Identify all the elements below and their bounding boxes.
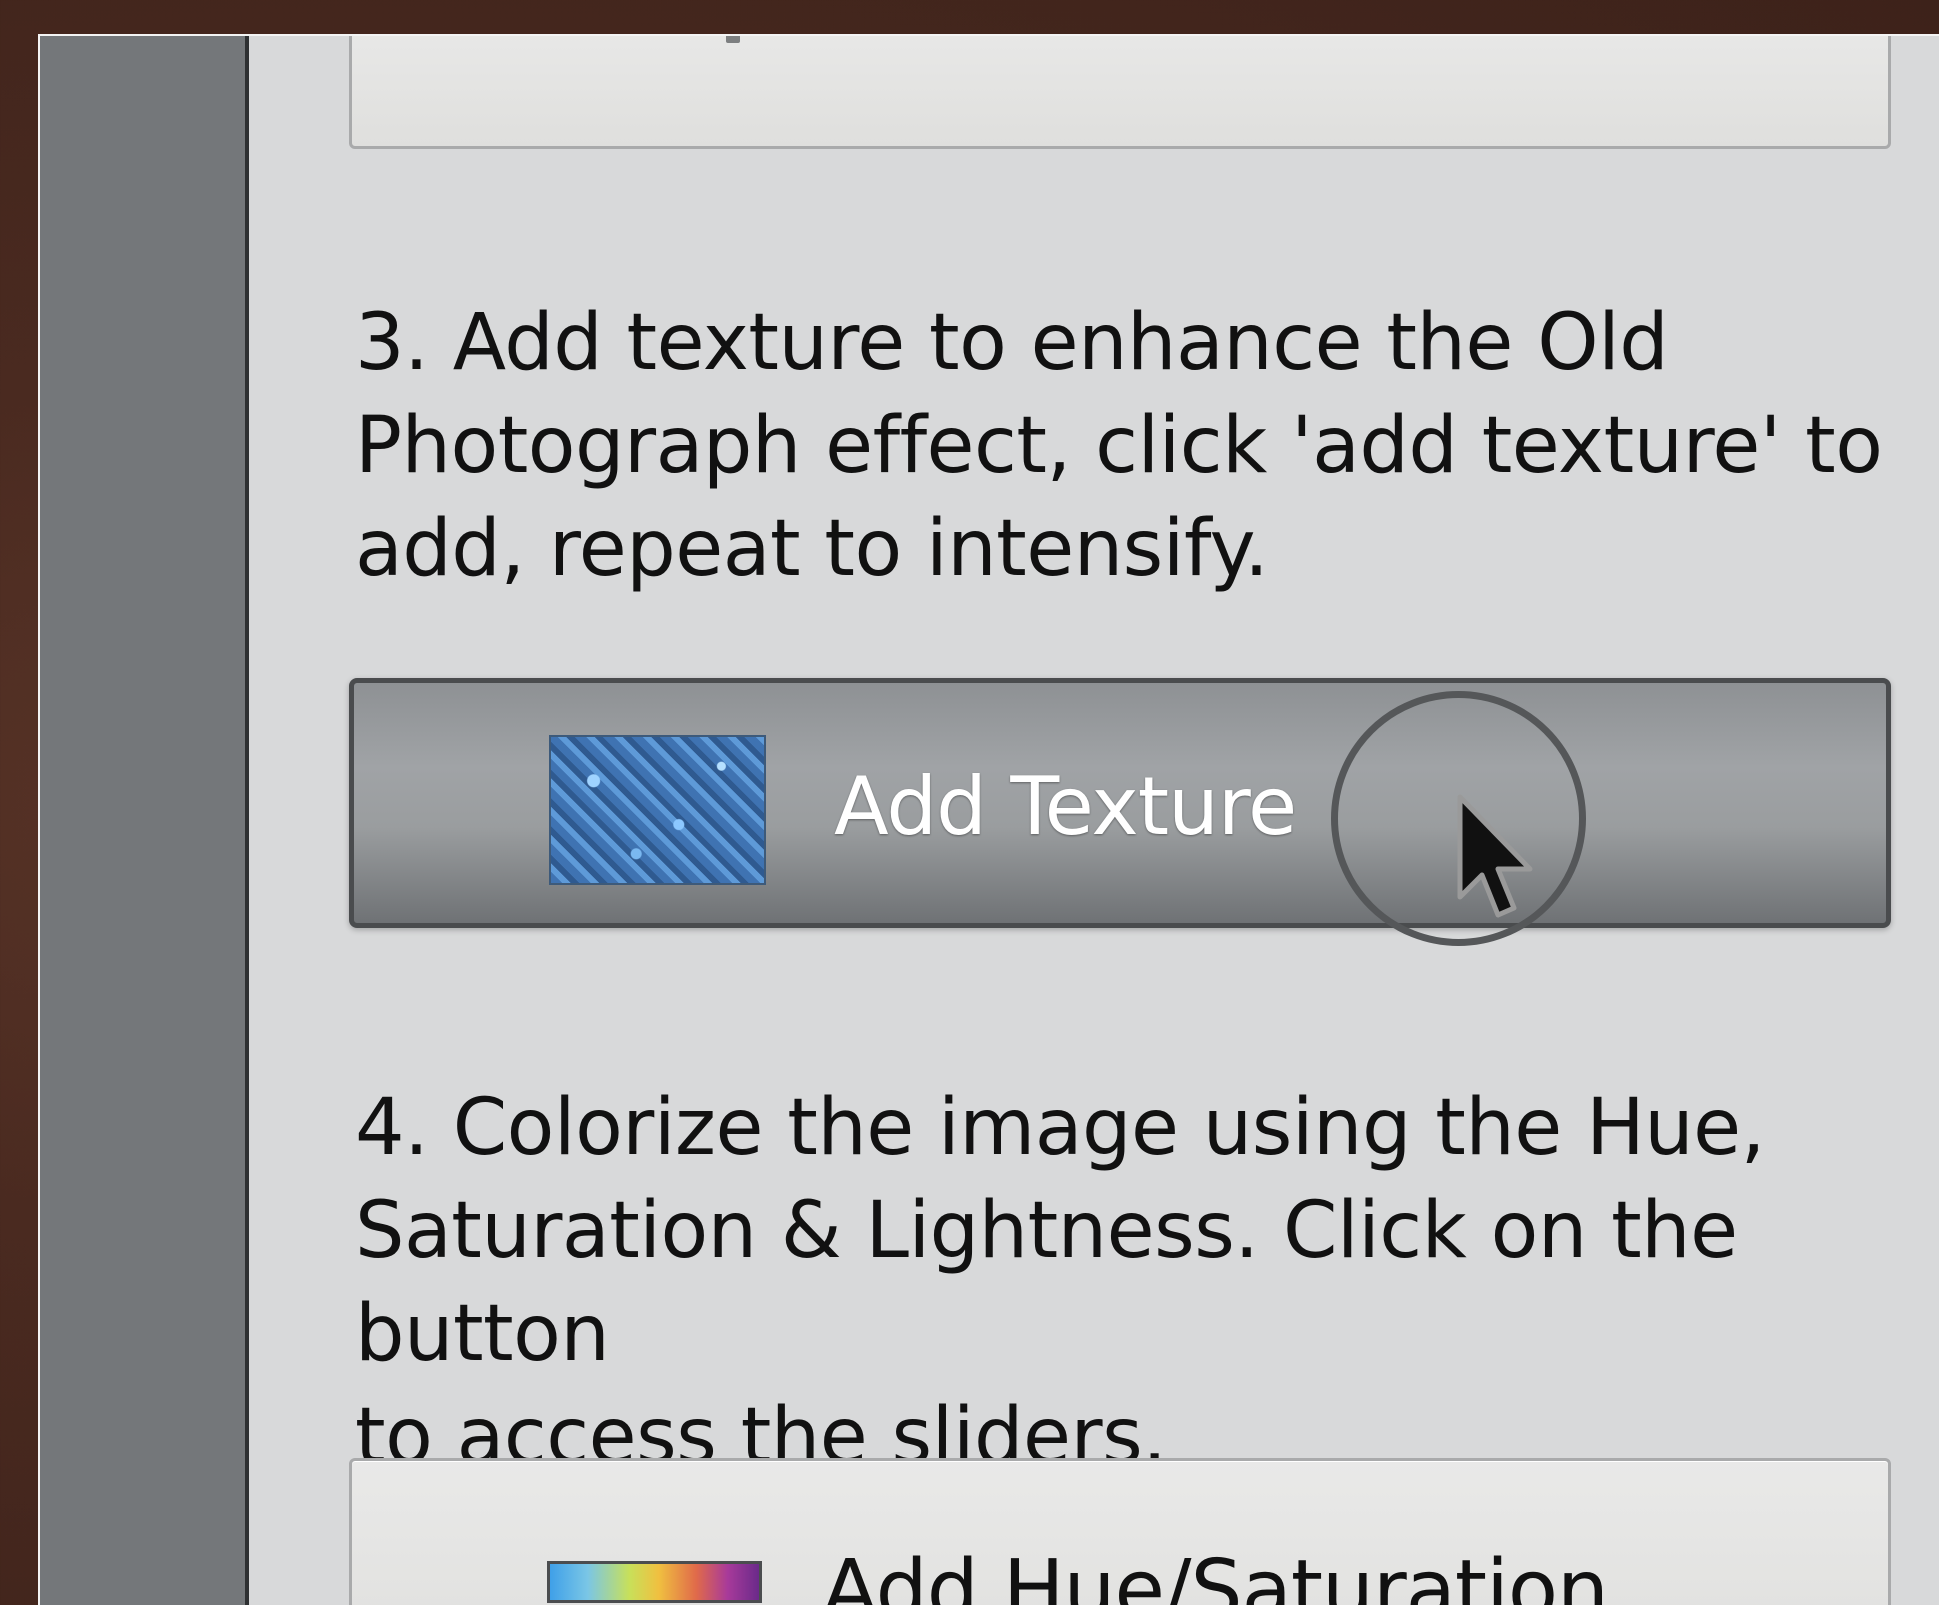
- step-4-line-2: Saturation & Lightness. Click on the but…: [355, 1186, 1738, 1379]
- left-sidebar: [40, 36, 249, 1605]
- add-texture-button[interactable]: Add Texture: [349, 678, 1891, 946]
- step-4-instructions: 4. Colorize the image using the Hue, Sat…: [355, 1077, 1925, 1489]
- hue-gradient-icon: [547, 1561, 762, 1603]
- slider-tick-icon: [726, 36, 740, 43]
- add-texture-label: Add Texture: [834, 760, 1297, 853]
- add-hue-saturation-label: Add Hue/Saturation: [822, 1543, 1609, 1605]
- step-4-line-1: 4. Colorize the image using the Hue,: [355, 1083, 1765, 1173]
- add-hue-saturation-button[interactable]: Add Hue/Saturation: [349, 1458, 1891, 1605]
- app-window: 3. Add texture to enhance the Old Photog…: [38, 34, 1939, 1605]
- step-3-line-1: 3. Add texture to enhance the Old: [355, 298, 1669, 388]
- step-3-instructions: 3. Add texture to enhance the Old Photog…: [355, 292, 1925, 601]
- mouse-pointer-icon: [1457, 794, 1533, 918]
- step-3-line-2: Photograph effect, click 'add texture' t…: [355, 401, 1883, 491]
- previous-step-button[interactable]: [349, 36, 1891, 149]
- texture-thumbnail-icon: [549, 735, 766, 885]
- instructions-panel: 3. Add texture to enhance the Old Photog…: [249, 36, 1939, 1605]
- step-3-line-3: add, repeat to intensify.: [355, 504, 1269, 594]
